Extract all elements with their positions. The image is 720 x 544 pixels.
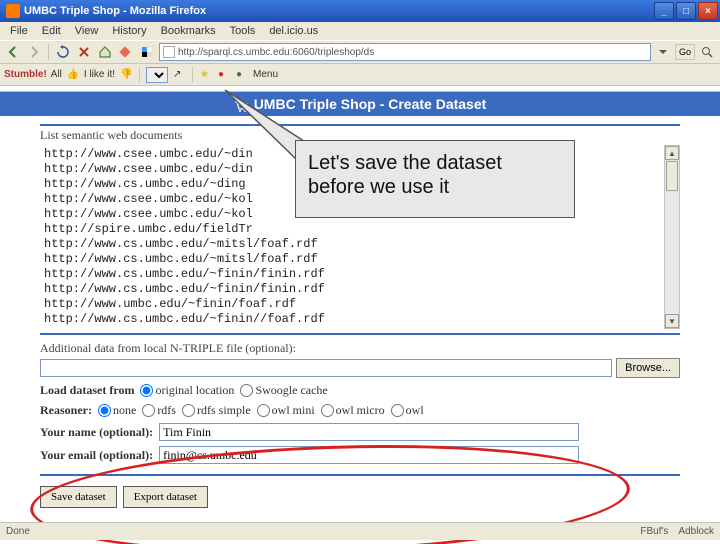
- page-icon: [163, 46, 175, 58]
- load-original-radio[interactable]: [140, 384, 153, 397]
- divider: [40, 474, 680, 476]
- browse-button[interactable]: Browse...: [616, 358, 680, 378]
- save-dataset-button[interactable]: Save dataset: [40, 486, 117, 508]
- window-minimize-button[interactable]: _: [654, 2, 674, 20]
- dropdown-icon[interactable]: [654, 43, 672, 61]
- reasoner-owl-micro-label: owl micro: [336, 403, 385, 418]
- doc-url: http://spire.umbc.edu/fieldTr: [44, 222, 660, 237]
- stop-button[interactable]: [75, 43, 93, 61]
- info-icon[interactable]: ●: [235, 68, 249, 82]
- callout-line2: before we use it: [308, 175, 562, 199]
- reload-button[interactable]: [54, 43, 72, 61]
- share-icon[interactable]: ↗: [172, 68, 186, 82]
- email-label: Your email (optional):: [40, 448, 153, 463]
- back-button[interactable]: [4, 43, 22, 61]
- stumble-menu[interactable]: Menu: [253, 69, 278, 80]
- load-swoogle-label: Swoogle cache: [255, 383, 327, 398]
- delicious-icon[interactable]: [138, 43, 156, 61]
- menubar: File Edit View History Bookmarks Tools d…: [0, 22, 720, 40]
- status-adblock[interactable]: Adblock: [678, 526, 714, 537]
- tag-icon[interactable]: [117, 43, 135, 61]
- reasoner-owl-mini-label: owl mini: [272, 403, 315, 418]
- firefox-icon: [6, 4, 20, 18]
- doc-url: http://www.umbc.edu/~finin/foaf.rdf: [44, 297, 660, 312]
- scroll-thumb[interactable]: [666, 161, 678, 191]
- doc-url: http://www.cs.umbc.edu/~finin//foaf.rdf: [44, 312, 660, 327]
- export-dataset-button[interactable]: Export dataset: [123, 486, 208, 508]
- reasoner-owl-mini-radio[interactable]: [257, 404, 270, 417]
- load-swoogle-radio[interactable]: [240, 384, 253, 397]
- stumble-channel-select[interactable]: [146, 67, 168, 83]
- thumbs-up-icon[interactable]: 👍: [66, 68, 80, 82]
- name-input[interactable]: [159, 423, 579, 441]
- menu-bookmarks[interactable]: Bookmarks: [155, 23, 222, 39]
- statusbar: Done FBuf's Adblock: [0, 522, 720, 540]
- stumble-toolbar: Stumble! All 👍 I like it! 👎 ↗ ★ ● ● Menu: [0, 64, 720, 86]
- email-input[interactable]: [159, 446, 579, 464]
- stumble-all[interactable]: All: [51, 69, 62, 80]
- reasoner-rdfs-radio[interactable]: [142, 404, 155, 417]
- window-titlebar: UMBC Triple Shop - Mozilla Firefox _ □ ×: [0, 0, 720, 22]
- name-label: Your name (optional):: [40, 425, 153, 440]
- annotation-callout: Let's save the dataset before we use it: [295, 140, 575, 218]
- load-original-label: original location: [155, 383, 234, 398]
- page-header: UMBC Triple Shop - Create Dataset: [0, 92, 720, 116]
- scroll-up-icon[interactable]: ▲: [665, 146, 679, 160]
- forward-button[interactable]: [25, 43, 43, 61]
- reasoner-owl-radio[interactable]: [391, 404, 404, 417]
- stumble-button[interactable]: Stumble!: [4, 69, 47, 80]
- additional-label: Additional data from local N-TRIPLE file…: [40, 341, 680, 356]
- status-fbufs: FBuf's: [640, 526, 668, 537]
- search-icon[interactable]: [698, 43, 716, 61]
- doc-url: http://www.cs.umbc.edu/~mitsl/foaf.rdf: [44, 237, 660, 252]
- docs-scrollbar[interactable]: ▲ ▼: [664, 145, 680, 329]
- reasoner-label: Reasoner:: [40, 403, 92, 418]
- scroll-down-icon[interactable]: ▼: [665, 314, 679, 328]
- callout-line1: Let's save the dataset: [308, 151, 562, 175]
- menu-view[interactable]: View: [69, 23, 105, 39]
- doc-url: http://www.cs.umbc.edu/~mitsl/foaf.rdf: [44, 252, 660, 267]
- go-button[interactable]: Go: [675, 44, 695, 60]
- reasoner-none-label: none: [113, 403, 136, 418]
- reasoner-none-radio[interactable]: [98, 404, 111, 417]
- nav-toolbar: http://sparql.cs.umbc.edu:6060/triplesho…: [0, 40, 720, 64]
- menu-file[interactable]: File: [4, 23, 34, 39]
- friends-icon[interactable]: ●: [217, 68, 231, 82]
- divider: [40, 333, 680, 335]
- stumble-like[interactable]: I like it!: [84, 69, 115, 80]
- favorite-icon[interactable]: ★: [199, 68, 213, 82]
- reasoner-rdfs-label: rdfs: [157, 403, 176, 418]
- url-text: http://sparql.cs.umbc.edu:6060/triplesho…: [178, 47, 374, 58]
- reasoner-rdfs-simple-label: rdfs simple: [197, 403, 251, 418]
- file-input[interactable]: [40, 359, 612, 377]
- divider: [40, 124, 680, 126]
- window-close-button[interactable]: ×: [698, 2, 718, 20]
- window-maximize-button[interactable]: □: [676, 2, 696, 20]
- reasoner-rdfs-simple-radio[interactable]: [182, 404, 195, 417]
- menu-history[interactable]: History: [106, 23, 152, 39]
- reasoner-owl-micro-radio[interactable]: [321, 404, 334, 417]
- reasoner-owl-label: owl: [406, 403, 424, 418]
- thumbs-down-icon[interactable]: 👎: [119, 68, 133, 82]
- home-button[interactable]: [96, 43, 114, 61]
- menu-edit[interactable]: Edit: [36, 23, 67, 39]
- window-title: UMBC Triple Shop - Mozilla Firefox: [24, 5, 206, 17]
- load-from-label: Load dataset from: [40, 383, 134, 398]
- url-bar[interactable]: http://sparql.cs.umbc.edu:6060/triplesho…: [159, 43, 651, 61]
- menu-delicious[interactable]: del.icio.us: [263, 23, 324, 39]
- doc-url: http://www.cs.umbc.edu/~finin/finin.rdf: [44, 282, 660, 297]
- doc-url: http://www.cs.umbc.edu/~finin/finin.rdf: [44, 267, 660, 282]
- status-left: Done: [6, 526, 30, 537]
- menu-tools[interactable]: Tools: [224, 23, 262, 39]
